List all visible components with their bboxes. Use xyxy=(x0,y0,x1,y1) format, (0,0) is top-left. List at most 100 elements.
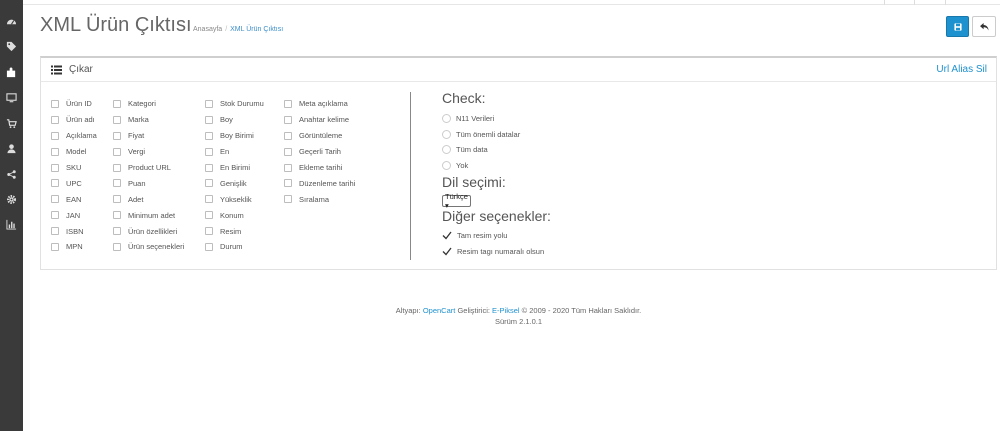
checkbox[interactable] xyxy=(205,179,213,188)
field-checkbox-row[interactable]: JAN xyxy=(51,207,97,223)
field-checkbox-row[interactable]: Product URL xyxy=(113,160,184,176)
checkbox[interactable] xyxy=(113,242,121,251)
checkbox[interactable] xyxy=(51,131,59,140)
field-checkbox-row[interactable]: Boy Birimi xyxy=(205,128,264,144)
save-button[interactable] xyxy=(946,16,969,37)
checkbox[interactable] xyxy=(51,147,59,156)
check-option[interactable]: Yok xyxy=(442,161,468,170)
share-icon[interactable] xyxy=(0,166,23,182)
field-checkbox-row[interactable]: Sıralama xyxy=(284,191,355,207)
field-checkbox-row[interactable]: UPC xyxy=(51,175,97,191)
field-checkbox-row[interactable]: Ürün adı xyxy=(51,112,97,128)
checkbox[interactable] xyxy=(51,227,59,236)
checkbox[interactable] xyxy=(284,147,292,156)
field-checkbox-row[interactable]: Düzenleme tarihi xyxy=(284,175,355,191)
checkbox[interactable] xyxy=(113,195,121,204)
checkbox[interactable] xyxy=(284,131,292,140)
field-checkbox-row[interactable]: Genişlik xyxy=(205,175,264,191)
checkbox[interactable] xyxy=(205,227,213,236)
checkbox[interactable] xyxy=(205,115,213,124)
checkbox[interactable] xyxy=(205,242,213,251)
breadcrumb-home-link[interactable]: Anasayfa xyxy=(193,26,222,33)
field-checkbox-row[interactable]: MPN xyxy=(51,239,97,255)
field-checkbox-row[interactable]: Resim xyxy=(205,223,264,239)
checkbox[interactable] xyxy=(284,115,292,124)
field-checkbox-row[interactable]: Minimum adet xyxy=(113,207,184,223)
field-checkbox-row[interactable]: Görüntüleme xyxy=(284,128,355,144)
field-checkbox-row[interactable]: Yükseklik xyxy=(205,191,264,207)
field-checkbox-row[interactable]: SKU xyxy=(51,160,97,176)
desktop-icon[interactable] xyxy=(0,89,23,105)
checkbox[interactable] xyxy=(113,211,121,220)
checkbox[interactable] xyxy=(113,179,121,188)
radio-button[interactable] xyxy=(442,114,451,123)
developer-link[interactable]: E-Piksel xyxy=(492,306,520,315)
other-option[interactable]: Resim tagı numaralı olsun xyxy=(442,247,544,256)
checkbox[interactable] xyxy=(205,195,213,204)
field-checkbox-row[interactable]: Konum xyxy=(205,207,264,223)
checkbox[interactable] xyxy=(51,115,59,124)
field-checkbox-row[interactable]: Fiyat xyxy=(113,128,184,144)
checkbox[interactable] xyxy=(205,211,213,220)
other-option[interactable]: Tam resim yolu xyxy=(442,231,507,240)
radio-button[interactable] xyxy=(442,130,451,139)
breadcrumb-current-link[interactable]: XML Ürün Çıktısı xyxy=(230,26,283,33)
checkbox[interactable] xyxy=(51,242,59,251)
field-checkbox-row[interactable]: Meta açıklama xyxy=(284,96,355,112)
field-checkbox-row[interactable]: Boy xyxy=(205,112,264,128)
checkbox[interactable] xyxy=(113,99,121,108)
checkbox[interactable] xyxy=(284,179,292,188)
opencart-link[interactable]: OpenCart xyxy=(423,306,456,315)
cart-icon[interactable] xyxy=(0,115,23,131)
checkbox[interactable] xyxy=(205,131,213,140)
checkmark-icon[interactable] xyxy=(442,231,452,240)
checkbox[interactable] xyxy=(284,99,292,108)
check-option[interactable]: N11 Verileri xyxy=(442,114,494,123)
checkbox[interactable] xyxy=(205,147,213,156)
checkbox[interactable] xyxy=(284,195,292,204)
field-checkbox-row[interactable]: Stok Durumu xyxy=(205,96,264,112)
field-checkbox-row[interactable]: En xyxy=(205,144,264,160)
checkbox[interactable] xyxy=(284,163,292,172)
check-option[interactable]: Tüm data xyxy=(442,145,488,154)
field-checkbox-row[interactable]: Ürün özellikleri xyxy=(113,223,184,239)
checkbox[interactable] xyxy=(51,163,59,172)
radio-button[interactable] xyxy=(442,161,451,170)
field-checkbox-row[interactable]: Ekleme tarihi xyxy=(284,160,355,176)
checkmark-icon[interactable] xyxy=(442,247,452,256)
checkbox[interactable] xyxy=(113,227,121,236)
field-checkbox-row[interactable]: Durum xyxy=(205,239,264,255)
user-icon[interactable] xyxy=(0,140,23,156)
tags-icon[interactable] xyxy=(0,38,23,54)
field-checkbox-row[interactable]: En Birimi xyxy=(205,160,264,176)
puzzle-icon[interactable] xyxy=(0,64,23,80)
checkbox[interactable] xyxy=(51,179,59,188)
field-checkbox-row[interactable]: Puan xyxy=(113,175,184,191)
field-checkbox-row[interactable]: EAN xyxy=(51,191,97,207)
field-checkbox-row[interactable]: Model xyxy=(51,144,97,160)
radio-button[interactable] xyxy=(442,145,451,154)
field-checkbox-row[interactable]: Adet xyxy=(113,191,184,207)
checkbox[interactable] xyxy=(51,211,59,220)
checkbox[interactable] xyxy=(113,147,121,156)
checkbox[interactable] xyxy=(205,163,213,172)
field-checkbox-row[interactable]: Ürün seçenekleri xyxy=(113,239,184,255)
dashboard-icon[interactable] xyxy=(0,13,23,29)
checkbox[interactable] xyxy=(51,195,59,204)
field-checkbox-row[interactable]: ISBN xyxy=(51,223,97,239)
field-checkbox-row[interactable]: Anahtar kelime xyxy=(284,112,355,128)
field-checkbox-row[interactable]: Açıklama xyxy=(51,128,97,144)
checkbox[interactable] xyxy=(51,99,59,108)
checkbox[interactable] xyxy=(205,99,213,108)
checkbox[interactable] xyxy=(113,131,121,140)
field-checkbox-row[interactable]: Vergi xyxy=(113,144,184,160)
cog-icon[interactable] xyxy=(0,191,23,207)
check-option[interactable]: Tüm önemli datalar xyxy=(442,130,520,139)
checkbox[interactable] xyxy=(113,163,121,172)
bar-chart-icon[interactable] xyxy=(0,216,23,232)
language-select[interactable]: Türkçe ▾ xyxy=(442,192,471,210)
checkbox[interactable] xyxy=(113,115,121,124)
url-alias-delete-link[interactable]: Url Alias Sil xyxy=(936,64,987,75)
field-checkbox-row[interactable]: Marka xyxy=(113,112,184,128)
field-checkbox-row[interactable]: Kategori xyxy=(113,96,184,112)
